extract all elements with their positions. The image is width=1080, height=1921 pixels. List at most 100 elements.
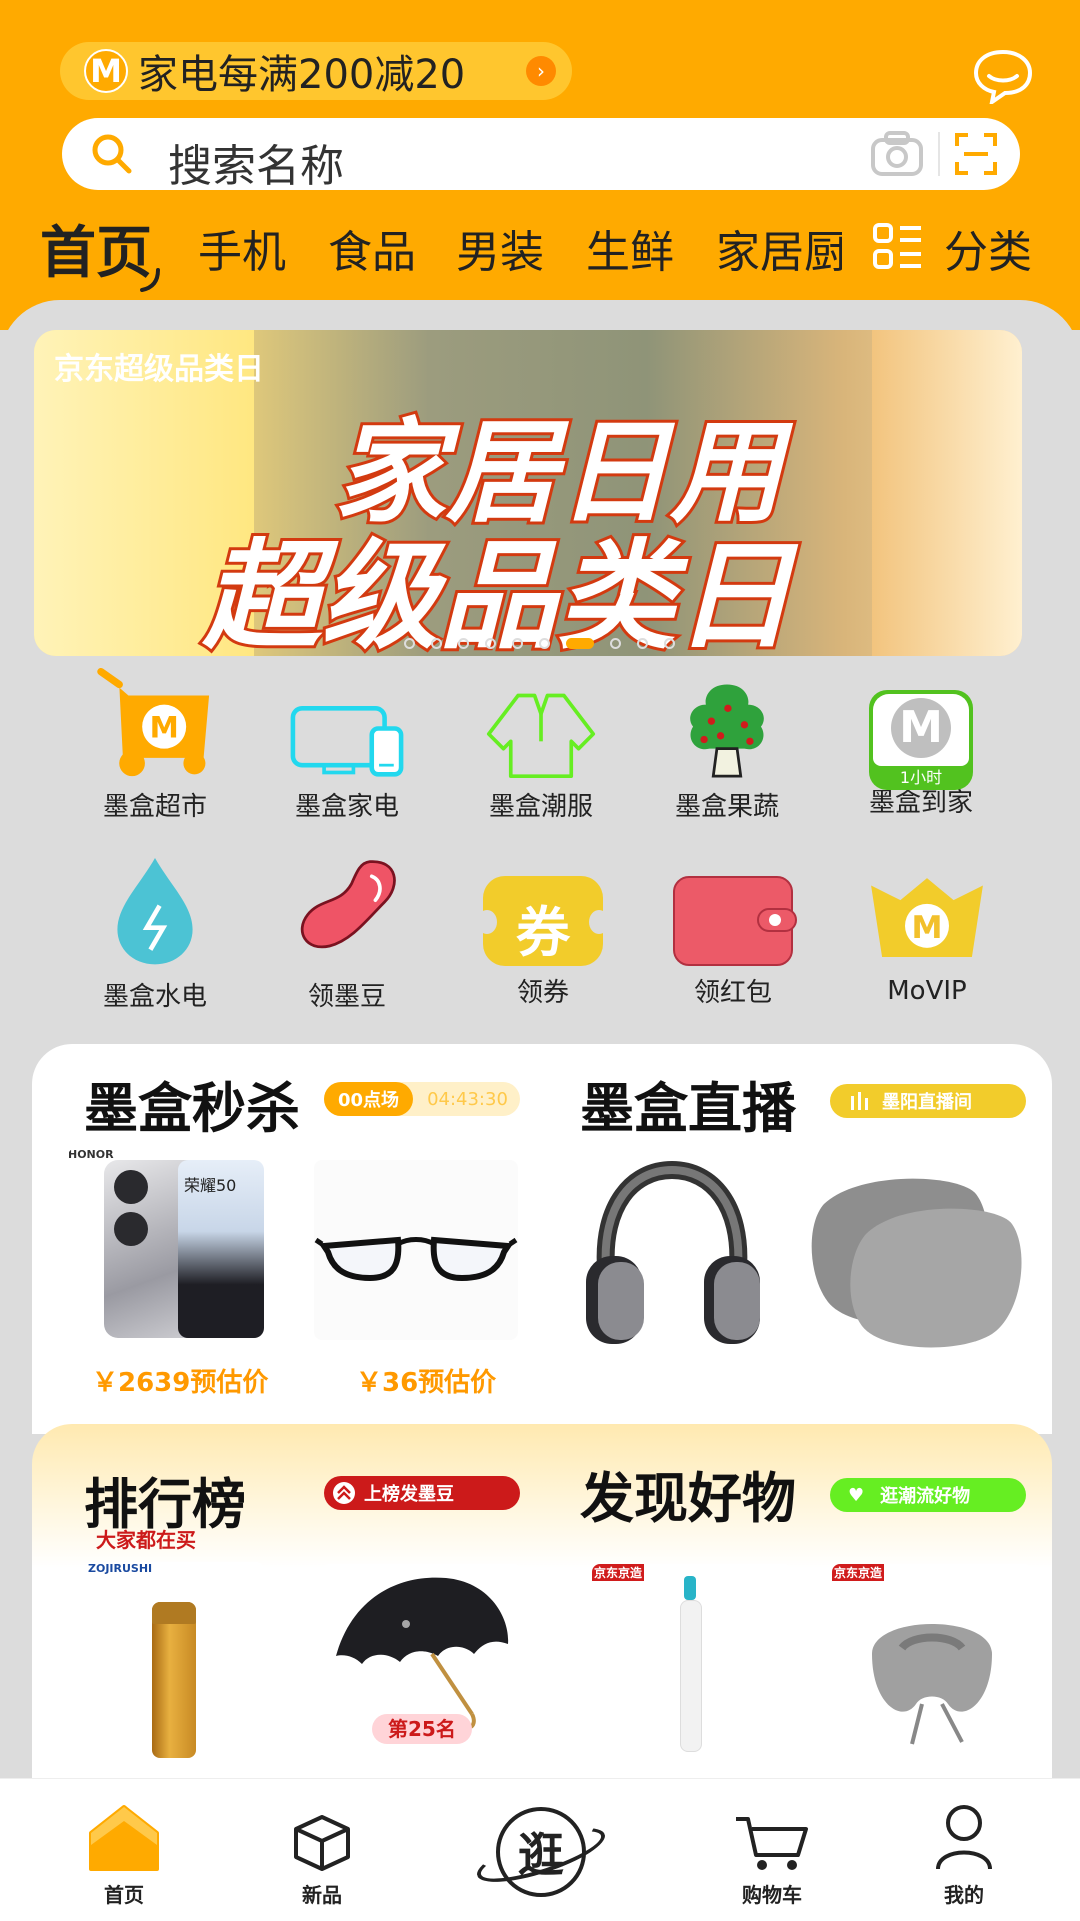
- product-thermos[interactable]: ZOJIRUSHI: [84, 1562, 264, 1762]
- carousel-dot: [664, 638, 675, 649]
- flash-sale-title[interactable]: 墨盒秒杀: [84, 1064, 300, 1143]
- wallet-button: [769, 914, 781, 926]
- tab-fresh[interactable]: 生鲜: [586, 216, 674, 280]
- tab-menswear[interactable]: 男装: [456, 216, 544, 280]
- promo-carousel[interactable]: 京东超级品类日 家居日用 超级品类日: [34, 330, 1022, 656]
- tab-phone[interactable]: 手机: [198, 216, 286, 280]
- message-icon[interactable]: [972, 48, 1034, 104]
- grid-label: 墨盒果蔬: [674, 792, 779, 822]
- grid-label: 墨盒家电: [294, 792, 399, 822]
- product-pillow[interactable]: [800, 1164, 1030, 1350]
- ranking-discover-card: 排行榜 上榜发墨豆 大家都在买 发现好物 ♥ 逛潮流好物 ZOJIRUSHI 第…: [32, 1424, 1052, 1784]
- tab-label: 首页: [104, 1883, 144, 1907]
- m-logo-icon: M: [891, 698, 951, 758]
- product-neck-pillow[interactable]: 京东京造: [832, 1564, 1032, 1764]
- camera-lens-image: [114, 1212, 148, 1246]
- grid-item-to-home[interactable]: M 1小时 墨盒到家: [826, 668, 1016, 819]
- tab-food[interactable]: 食品: [328, 216, 416, 280]
- brand-tag: 京东京造: [832, 1564, 885, 1581]
- tab-home-kitchen-wrap: 家居厨: [716, 216, 842, 276]
- chevron-right-icon: ›: [526, 56, 556, 86]
- product-toothbrush[interactable]: 京东京造: [592, 1564, 792, 1764]
- tab-bar-new[interactable]: 新品: [262, 1813, 382, 1908]
- search-icon: [92, 134, 132, 174]
- camera-icon[interactable]: [870, 130, 924, 178]
- water-drop-icon: [117, 858, 193, 965]
- grid-item-movip[interactable]: M MoVIP: [832, 858, 1022, 1006]
- divider: [938, 132, 940, 176]
- tab-label: 购物车: [742, 1883, 802, 1907]
- tab-bar-mine[interactable]: 我的: [904, 1803, 1024, 1908]
- product-brand: HONOR: [68, 1148, 114, 1161]
- crown-icon: M: [871, 878, 983, 957]
- discover-title[interactable]: 发现好物: [580, 1454, 796, 1533]
- tab-home[interactable]: 首页: [40, 208, 152, 289]
- live-title[interactable]: 墨盒直播: [580, 1064, 796, 1143]
- search-bar[interactable]: 搜索名称: [62, 118, 1020, 192]
- heart-icon: ♥: [848, 1484, 865, 1506]
- pillow-image: [811, 1178, 1022, 1348]
- rank-tag: 第25名: [372, 1714, 472, 1744]
- grid-item-fashion[interactable]: 墨盒潮服: [446, 668, 636, 823]
- browse-glyph: 逛: [518, 1828, 564, 1882]
- discover-badge[interactable]: ♥ 逛潮流好物: [830, 1478, 1026, 1512]
- tab-label: 新品: [302, 1883, 342, 1907]
- product-price: ￥2639预估价: [92, 1368, 269, 1398]
- search-input[interactable]: 搜索名称: [168, 130, 344, 194]
- grid-label: 领券: [516, 978, 569, 1008]
- category-grid-icon[interactable]: [872, 222, 924, 272]
- bottom-tab-bar: 首页 新品 逛 购物车 我的: [0, 1778, 1080, 1921]
- live-badge-label: 墨阳直播间: [882, 1092, 972, 1113]
- coupon-icon: 券: [477, 858, 609, 968]
- ranking-badge-label: 上榜发墨豆: [364, 1484, 454, 1505]
- countdown: 04:43:30: [427, 1088, 508, 1110]
- grid-label: 领墨豆: [307, 982, 386, 1012]
- category-all-button[interactable]: 分类: [944, 216, 1032, 280]
- glasses-image: [314, 1236, 518, 1282]
- wallet-icon: [673, 858, 797, 968]
- planet-icon: 逛: [471, 1803, 611, 1903]
- tab-home-kitchen[interactable]: 家居厨: [716, 216, 842, 276]
- grid-item-red-packet[interactable]: 领红包: [638, 858, 828, 1009]
- grid-label: 墨盒超市: [102, 792, 207, 822]
- delivery-badge: 1小时: [899, 768, 943, 787]
- grid-item-utilities[interactable]: 墨盒水电: [60, 858, 250, 1013]
- grid-label: 领红包: [693, 978, 772, 1008]
- thermos-cap-image: [152, 1602, 196, 1624]
- ranking-badge[interactable]: 上榜发墨豆: [324, 1476, 520, 1510]
- m-logo-icon: M: [84, 49, 128, 93]
- grid-item-coupon[interactable]: 券 领券: [448, 858, 638, 1009]
- carousel-dot: [610, 638, 621, 649]
- scan-icon[interactable]: [954, 132, 998, 176]
- phone-model-text: 荣耀50: [184, 1176, 237, 1195]
- product-phone[interactable]: HONOR 荣耀50: [68, 1148, 274, 1340]
- carousel-dot: [458, 638, 469, 649]
- grid-item-appliances[interactable]: 墨盒家电: [252, 668, 442, 823]
- devices-icon: [290, 706, 404, 777]
- brand-tag: 京东京造: [592, 1564, 645, 1581]
- carousel-dot-active: [566, 638, 594, 649]
- tab-bar-cart[interactable]: 购物车: [712, 1813, 832, 1908]
- svg-text:M: M: [911, 910, 942, 946]
- product-brand-logo: ZOJIRUSHI: [88, 1562, 153, 1575]
- carousel-dot: [637, 638, 648, 649]
- tab-bar-browse[interactable]: 逛: [471, 1803, 611, 1903]
- product-glasses[interactable]: [314, 1160, 518, 1340]
- product-umbrella[interactable]: [322, 1564, 522, 1734]
- live-badge[interactable]: 墨阳直播间: [830, 1084, 1026, 1118]
- grid-item-fruits-veg[interactable]: 墨盒果蔬: [632, 668, 822, 823]
- promo-banner[interactable]: M 家电每满200减20 ›: [60, 42, 572, 100]
- promo-text: 家电每满200减20: [138, 52, 466, 98]
- coupon-glyph: 券: [516, 901, 570, 964]
- carousel-dots: [404, 638, 675, 649]
- tab-label: 我的: [944, 1883, 984, 1907]
- grid-item-supermarket[interactable]: M 墨盒超市: [60, 668, 250, 823]
- chevrons-up-icon: [333, 1482, 355, 1504]
- product-price: ￥36预估价: [356, 1368, 497, 1398]
- product-headphones[interactable]: [554, 1156, 790, 1352]
- grid-item-beans[interactable]: 领墨豆: [252, 858, 442, 1013]
- neck-pillow-image: [872, 1624, 992, 1745]
- carousel-dot: [539, 638, 550, 649]
- cart-icon: M: [97, 668, 210, 777]
- tab-bar-home[interactable]: 首页: [64, 1803, 184, 1908]
